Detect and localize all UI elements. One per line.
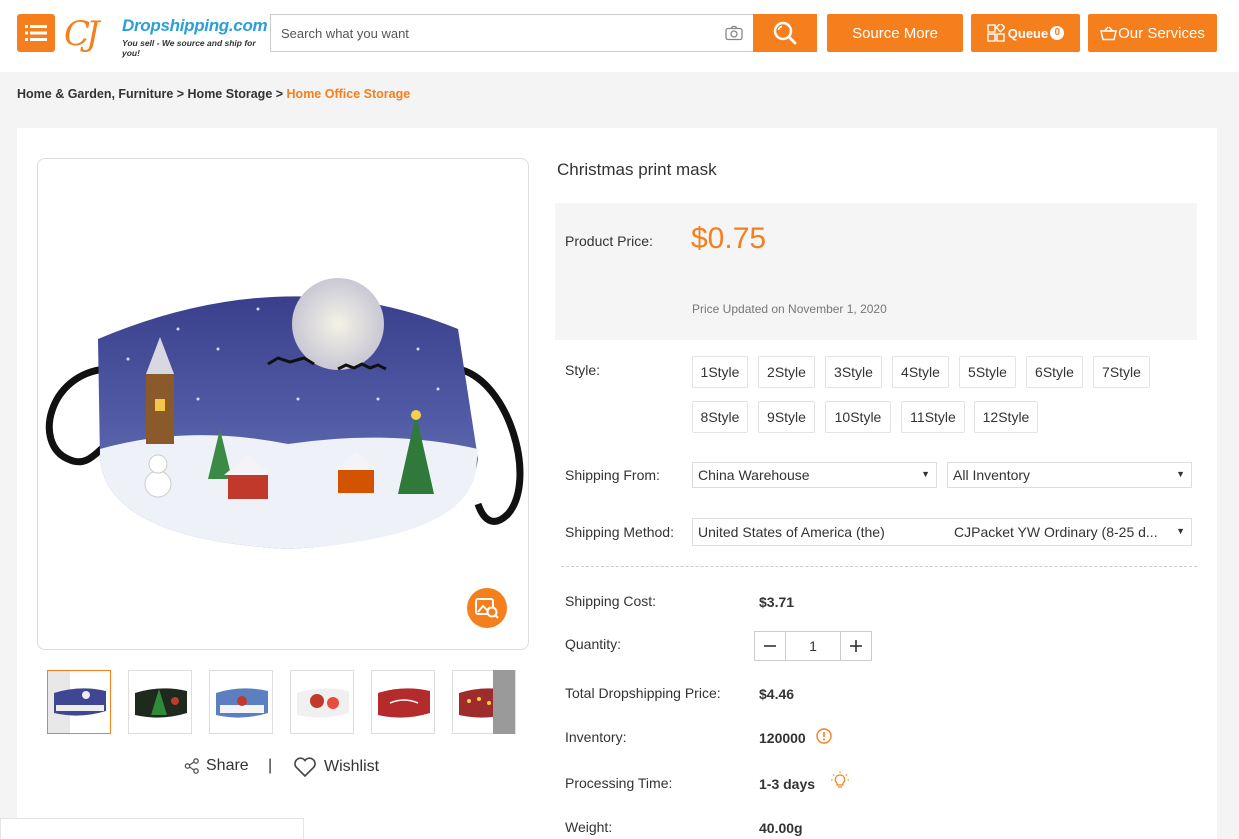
shipping-cost-value: $3.71 (759, 594, 795, 610)
christmas-mask-image (45, 278, 524, 549)
shipping-method-value: CJPacket YW Ordinary (8-25 d... (954, 524, 1158, 540)
share-icon (184, 758, 199, 774)
shipping-method-label: Shipping Method: (565, 524, 674, 540)
thumbnail-2[interactable] (128, 670, 192, 734)
inventory-label: Inventory: (565, 729, 627, 745)
quantity-decrease-button[interactable] (755, 632, 785, 660)
plus-icon (850, 640, 862, 652)
processing-time-label: Processing Time: (565, 775, 673, 791)
breadcrumb-item-category[interactable]: Home & Garden, Furniture (17, 87, 173, 101)
breadcrumb-separator: > (272, 87, 287, 101)
shipping-from-select[interactable]: China Warehouse ▼ (692, 462, 937, 488)
style-option[interactable]: 6Style (1026, 356, 1083, 388)
product-price-label: Product Price: (565, 233, 653, 249)
action-divider: | (268, 757, 273, 774)
thumbnail-4[interactable] (290, 670, 354, 734)
style-option[interactable]: 9Style (758, 401, 815, 433)
thumbnail-5[interactable] (371, 670, 435, 734)
quantity-increase-button[interactable] (841, 632, 871, 660)
divider (561, 566, 1197, 567)
style-option[interactable]: 10Style (825, 401, 891, 433)
style-label: Style: (565, 362, 601, 378)
main-product-image[interactable] (37, 158, 529, 650)
share-label: Share (206, 757, 249, 774)
dropdown-arrow-icon: ▼ (1176, 526, 1185, 536)
search-icon (773, 21, 797, 45)
menu-button[interactable] (17, 14, 55, 52)
our-services-label: Our Services (1118, 24, 1205, 42)
quantity-label: Quantity: (565, 636, 622, 652)
inventory-filter-select[interactable]: All Inventory ▼ (947, 462, 1192, 488)
source-more-button[interactable]: Source More (827, 14, 963, 52)
price-updated-note: Price Updated on November 1, 2020 (692, 302, 887, 316)
logo-name: Dropshipping.com (122, 16, 268, 35)
queue-button[interactable]: Queue 0 (971, 14, 1080, 52)
search-input[interactable] (271, 15, 711, 51)
dropdown-arrow-icon: ▼ (921, 469, 930, 479)
style-option[interactable]: 11Style (901, 401, 965, 433)
quantity-stepper: 1 (754, 631, 872, 661)
queue-icon (987, 24, 1005, 42)
logo-mark: CJ (64, 14, 100, 54)
style-option[interactable]: 2Style (758, 356, 815, 388)
image-search-icon (475, 598, 499, 619)
search-box (270, 14, 753, 52)
inventory-value: 120000 (759, 730, 806, 746)
top-header: CJ Dropshipping.com You sell - We source… (0, 0, 1239, 72)
info-icon[interactable] (816, 728, 832, 744)
thumbnail-3[interactable] (209, 670, 273, 734)
shipping-cost-label: Shipping Cost: (565, 593, 657, 609)
product-price: $0.75 (691, 222, 767, 255)
breadcrumb-separator: > (173, 87, 188, 101)
basket-icon (1100, 26, 1118, 40)
inventory-filter-value: All Inventory (953, 467, 1031, 483)
weight-value: 40.00g (759, 820, 803, 836)
image-search-button[interactable] (467, 588, 507, 628)
weight-label: Weight: (565, 819, 613, 835)
shipping-country-value: United States of America (the) (698, 524, 885, 540)
heart-icon (294, 757, 316, 777)
style-option[interactable]: 8Style (692, 401, 748, 433)
bottom-panel-edge (0, 818, 304, 839)
queue-label: Queue (1007, 25, 1049, 41)
breadcrumb-item-current[interactable]: Home Office Storage (287, 87, 411, 101)
shipping-from-value: China Warehouse (698, 467, 810, 483)
style-option[interactable]: 1Style (692, 356, 748, 388)
price-box (555, 203, 1197, 340)
shipping-method-select[interactable]: United States of America (the) CJPacket … (692, 518, 1192, 546)
menu-icon (25, 25, 47, 41)
our-services-button[interactable]: Our Services (1088, 14, 1217, 52)
thumbnail-1[interactable] (47, 670, 111, 734)
dropdown-arrow-icon: ▼ (1176, 469, 1185, 479)
breadcrumb: Home & Garden, Furniture > Home Storage … (17, 87, 410, 101)
breadcrumb-item-subcategory[interactable]: Home Storage (188, 87, 273, 101)
logo-tagline: You sell - We source and ship for you! (122, 38, 256, 58)
total-price-label: Total Dropshipping Price: (565, 685, 721, 701)
queue-count-badge: 0 (1050, 26, 1065, 40)
processing-time-value: 1-3 days (759, 776, 816, 792)
style-option[interactable]: 12Style (974, 401, 1038, 433)
total-price-value: $4.46 (759, 686, 795, 702)
wishlist-label: Wishlist (324, 758, 380, 775)
lightbulb-icon[interactable] (830, 771, 850, 791)
minus-icon (764, 645, 776, 647)
wishlist-button[interactable]: Wishlist (293, 757, 379, 777)
cj-logo[interactable]: CJ Dropshipping.com You sell - We source… (64, 14, 268, 58)
style-option[interactable]: 3Style (825, 356, 882, 388)
search-button[interactable] (753, 14, 817, 52)
style-option[interactable]: 5Style (959, 356, 1016, 388)
style-option[interactable]: 7Style (1093, 356, 1150, 388)
share-button[interactable]: Share (184, 757, 249, 775)
product-title: Christmas print mask (557, 160, 717, 179)
camera-icon[interactable] (725, 25, 743, 41)
thumbnail-scroll-handle[interactable] (493, 670, 515, 734)
quantity-input[interactable]: 1 (785, 632, 841, 660)
shipping-from-label: Shipping From: (565, 467, 660, 483)
style-option[interactable]: 4Style (892, 356, 949, 388)
